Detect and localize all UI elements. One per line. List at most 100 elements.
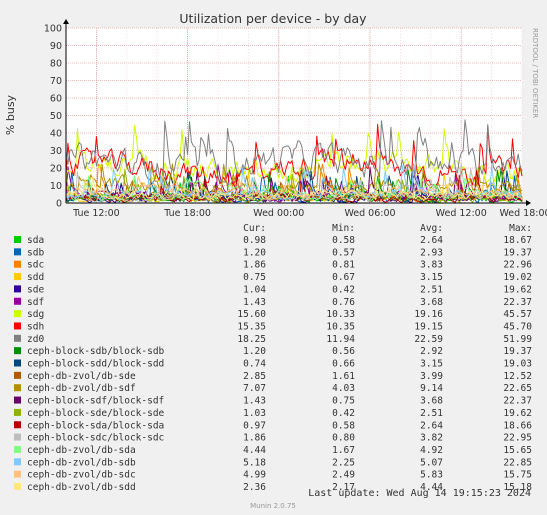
legend-max: 51.99: [503, 334, 532, 345]
legend-swatch: [14, 371, 21, 379]
legend-cur: 4.44: [243, 445, 266, 456]
legend-series-name: ceph-db-zvol/db-sde: [27, 371, 136, 382]
legend-series-name: sdc: [27, 260, 44, 271]
last-update: Last update: Wed Aug 14 19:15:23 2024: [308, 488, 531, 499]
legend-min: 0.42: [332, 284, 355, 295]
legend-swatch: [14, 273, 21, 281]
legend-max: 19.62: [503, 284, 532, 295]
legend-series-name: sda: [27, 235, 44, 246]
legend-header-min: Min:: [332, 223, 355, 234]
legend-series-name: ceph-db-zvol/db-sdb: [27, 457, 136, 468]
legend-cur: 7.07: [243, 383, 266, 394]
legend-cur: 1.86: [243, 260, 266, 271]
legend-series-name: ceph-block-sdd/block-sdd: [27, 359, 164, 370]
legend-cur: 15.60: [237, 309, 266, 320]
legend-max: 22.96: [503, 260, 532, 271]
legend-avg: 19.15: [414, 321, 443, 332]
legend-min: 2.49: [332, 470, 355, 481]
legend-header-cur: Cur:: [243, 223, 266, 234]
legend-max: 18.67: [503, 235, 532, 246]
legend-avg: 3.68: [420, 297, 443, 308]
legend-min: 1.61: [332, 371, 355, 382]
legend-max: 19.37: [503, 247, 532, 258]
legend-series-name: sdb: [27, 247, 44, 258]
legend-avg: 19.16: [414, 309, 443, 320]
legend-max: 45.70: [503, 321, 532, 332]
legend-series-name: ceph-db-zvol/db-sdd: [27, 482, 136, 493]
legend-avg: 2.51: [420, 284, 443, 295]
legend-swatch: [14, 236, 21, 243]
legend-min: 10.35: [326, 321, 355, 332]
legend-swatch: [14, 310, 21, 318]
legend-swatch: [14, 248, 21, 256]
legend-max: 12.52: [503, 371, 532, 382]
legend-swatch: [14, 421, 21, 429]
legend-min: 0.42: [332, 408, 355, 419]
legend-cur: 0.97: [243, 420, 266, 431]
chart-title: Utilization per device - by day: [179, 11, 367, 26]
legend-max: 19.62: [503, 408, 532, 419]
legend-swatch: [14, 396, 21, 404]
legend-min: 0.67: [332, 272, 355, 283]
legend-avg: 3.15: [420, 359, 443, 370]
legend-avg: 5.07: [420, 457, 443, 468]
legend-min: 2.25: [332, 457, 355, 468]
legend-cur: 2.85: [243, 371, 266, 382]
munin-version: Munin 2.0.75: [250, 502, 296, 510]
legend-max: 18.66: [503, 420, 532, 431]
legend-max: 45.57: [503, 309, 532, 320]
x-tick-label: Tue 18:00: [163, 208, 211, 219]
legend-avg: 2.92: [420, 346, 443, 357]
legend-max: 22.65: [503, 383, 532, 394]
legend-header-avg: Avg:: [420, 223, 443, 234]
x-tick-label: Tue 12:00: [72, 208, 120, 219]
legend-max: 22.85: [503, 457, 532, 468]
y-tick-label: 90: [50, 41, 62, 52]
legend-cur: 15.35: [237, 321, 266, 332]
y-tick-label: 60: [50, 94, 62, 105]
legend-series-name: sdd: [27, 272, 44, 283]
legend-avg: 3.68: [420, 396, 443, 407]
legend-swatch: [14, 297, 21, 305]
legend-header-max: Max:: [509, 223, 532, 234]
x-tick-label: Wed 06:00: [344, 208, 395, 219]
y-tick-label: 50: [50, 111, 62, 122]
legend-series-name: sde: [27, 284, 44, 295]
y-tick-label: 100: [44, 24, 62, 35]
legend-max: 15.65: [503, 445, 532, 456]
legend-series-name: ceph-block-sde/block-sde: [27, 408, 165, 419]
legend-cur: 18.25: [237, 334, 266, 345]
legend-series-name: ceph-db-zvol/db-sdc: [27, 470, 136, 481]
legend-series-name: ceph-block-sdb/block-sdb: [27, 346, 165, 357]
legend-swatch: [14, 384, 21, 392]
legend-avg: 3.82: [420, 433, 443, 444]
legend-series-name: ceph-db-zvol/db-sda: [27, 445, 136, 456]
y-tick-label: 70: [50, 76, 62, 87]
chart-svg: Utilization per device - by day % busy R…: [0, 0, 547, 515]
legend-max: 19.02: [503, 272, 532, 283]
legend-max: 19.37: [503, 346, 532, 357]
legend-cur: 1.86: [243, 433, 266, 444]
legend-min: 0.66: [332, 359, 355, 370]
legend-swatch: [14, 322, 21, 330]
legend-cur: 0.75: [243, 272, 266, 283]
legend-avg: 3.99: [420, 371, 443, 382]
x-tick-label: Wed 18:00: [499, 208, 547, 219]
legend-cur: 1.20: [243, 346, 266, 357]
legend-swatch: [14, 260, 21, 268]
legend-swatch: [14, 359, 21, 367]
legend-avg: 22.59: [414, 334, 443, 345]
legend-min: 4.03: [332, 383, 355, 394]
legend-min: 0.75: [332, 396, 355, 407]
legend-cur: 1.20: [243, 247, 266, 258]
legend-cur: 0.74: [243, 359, 266, 370]
legend-swatch: [14, 458, 21, 466]
legend-series-name: ceph-block-sdc/block-sdc: [27, 433, 164, 444]
legend-max: 19.03: [503, 359, 532, 370]
y-tick-label: 20: [50, 164, 62, 175]
legend-cur: 0.98: [243, 235, 266, 246]
legend-min: 10.33: [326, 309, 355, 320]
x-tick-label: Wed 12:00: [436, 208, 487, 219]
legend-cur: 4.99: [243, 470, 266, 481]
legend-cur: 1.43: [243, 297, 266, 308]
